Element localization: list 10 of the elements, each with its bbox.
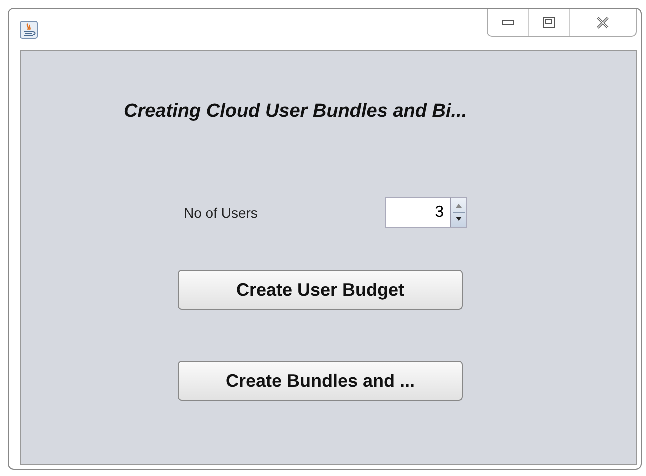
- coffee-cup-icon: [20, 21, 38, 39]
- close-icon: [596, 16, 610, 28]
- heading: Creating Cloud User Bundles and Bi...: [124, 101, 468, 123]
- action-button[interactable]: Create Bundles and ...: [178, 361, 463, 401]
- maximize-icon: [543, 17, 555, 28]
- minimize-icon: [502, 20, 514, 26]
- field-label: No of Users: [184, 204, 259, 220]
- number-field[interactable]: 3: [385, 197, 450, 228]
- action-button[interactable]: Create User Budget: [178, 270, 463, 310]
- spinner-arrows[interactable]: [450, 197, 467, 228]
